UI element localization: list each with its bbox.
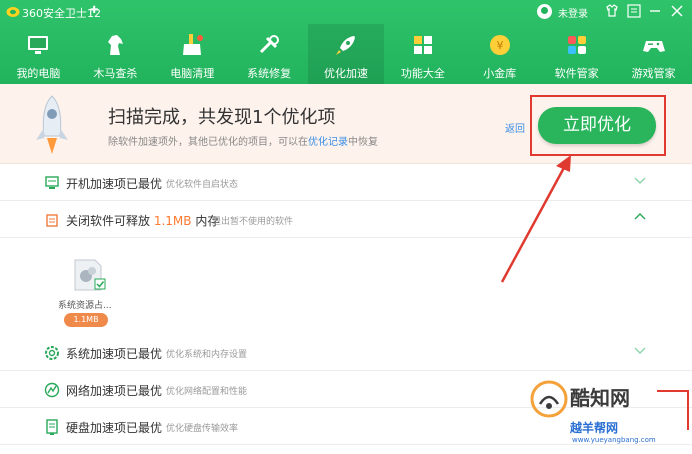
minimize-icon[interactable] bbox=[646, 2, 664, 20]
nav-my-computer[interactable]: 我的电脑 bbox=[0, 24, 77, 84]
scan-result-subtitle: 除软件加速项外，其他已优化的项目，可以在优化记录中恢复 bbox=[108, 133, 378, 148]
wrench-icon bbox=[260, 35, 280, 54]
disk-icon bbox=[46, 419, 58, 435]
menu-icon[interactable] bbox=[625, 2, 643, 20]
row-title-text: 关闭软件可释放 bbox=[66, 214, 154, 228]
gamepad-icon bbox=[642, 41, 665, 52]
watermark-brand-secondary: 越羊帮网 bbox=[570, 421, 619, 435]
row-description: 优化软件自启状态 bbox=[166, 180, 239, 190]
list-item-system[interactable]: 系统加速项已最优 优化系统和内存设置 bbox=[0, 334, 692, 371]
row-description: 优化系统和内存设置 bbox=[166, 350, 248, 360]
watermark-logo-icon bbox=[530, 380, 568, 418]
optimize-history-link[interactable]: 优化记录 bbox=[308, 137, 348, 148]
nav-label: 软件管家 bbox=[554, 67, 599, 80]
nav-trojan-scan[interactable]: 木马查杀 bbox=[77, 24, 154, 84]
close-icon[interactable] bbox=[668, 2, 686, 20]
row-title: 硬盘加速项已最优 bbox=[66, 421, 163, 435]
nav-software-manager[interactable]: 软件管家 bbox=[538, 24, 615, 84]
login-link[interactable]: 未登录 bbox=[558, 5, 588, 20]
item-name: 系统资源占... bbox=[58, 301, 112, 311]
subtitle-text-end: 中恢复 bbox=[348, 137, 378, 148]
chevron-down-icon[interactable] bbox=[633, 173, 647, 187]
apps-icon bbox=[567, 36, 586, 54]
startup-icon bbox=[45, 176, 59, 189]
back-link[interactable]: 返回 bbox=[505, 120, 525, 135]
coin-icon: ¥ bbox=[489, 35, 510, 55]
grid-icon bbox=[413, 36, 432, 54]
row-description: 优化网络配置和性能 bbox=[166, 387, 248, 397]
rocket-icon bbox=[336, 36, 355, 55]
monitor-icon bbox=[28, 36, 49, 54]
watermark-url: www.yueyangbang.com bbox=[572, 436, 656, 444]
nav-system-repair[interactable]: 系统修复 bbox=[231, 24, 308, 84]
list-item-close-software[interactable]: 关闭软件可释放 1.1MB 内存 退出暂不使用的软件 bbox=[0, 201, 692, 238]
main-nav: 我的电脑 木马查杀 电脑清理 系统修复 优化加速 功能大全 ¥ 小金库 软件管家… bbox=[0, 24, 692, 84]
row-title: 关闭软件可释放 1.1MB 内存 bbox=[66, 212, 219, 229]
annotation-highlight-box bbox=[530, 95, 666, 156]
row-title: 网络加速项已最优 bbox=[66, 384, 163, 398]
nav-label: 优化加速 bbox=[324, 67, 368, 80]
nav-features[interactable]: 功能大全 bbox=[384, 24, 461, 84]
item-size-badge: 1.1MB bbox=[64, 313, 108, 327]
nav-label: 小金库 bbox=[483, 67, 517, 80]
row-title: 系统加速项已最优 bbox=[66, 347, 163, 361]
nav-label: 木马查杀 bbox=[93, 67, 138, 80]
nav-label: 我的电脑 bbox=[16, 67, 61, 80]
horse-icon bbox=[108, 35, 124, 55]
chevron-up-icon[interactable] bbox=[633, 210, 647, 224]
nav-treasury[interactable]: ¥ 小金库 bbox=[461, 24, 538, 84]
nav-label: 系统修复 bbox=[247, 67, 292, 80]
network-icon bbox=[44, 382, 60, 398]
nav-optimize[interactable]: 优化加速 bbox=[307, 24, 385, 84]
skin-icon[interactable] bbox=[603, 2, 621, 20]
row-description: 退出暂不使用的软件 bbox=[212, 217, 294, 227]
upgrade-icon[interactable]: ✚ bbox=[90, 5, 98, 16]
user-avatar-icon[interactable] bbox=[537, 4, 552, 19]
gear-icon bbox=[45, 346, 59, 360]
nav-game-manager[interactable]: 游戏管家 bbox=[615, 24, 692, 84]
nav-cleanup[interactable]: 电脑清理 bbox=[154, 24, 231, 84]
broom-icon bbox=[183, 34, 204, 55]
chevron-down-icon[interactable] bbox=[633, 343, 647, 357]
nav-label: 功能大全 bbox=[400, 67, 445, 80]
app-logo-icon bbox=[6, 7, 20, 17]
title-bar: 360安全卫士12 ✚ 未登录 bbox=[0, 0, 692, 24]
system-resource-item-icon[interactable] bbox=[73, 258, 107, 292]
top-bar: 360安全卫士12 ✚ 未登录 我的电脑 木马查杀 电脑清理 系统修复 优化加速… bbox=[0, 0, 692, 84]
nav-label: 游戏管家 bbox=[631, 67, 676, 80]
row-title: 开机加速项已最优 bbox=[66, 177, 163, 191]
row-title-amount: 1.1MB bbox=[153, 214, 192, 228]
row-description: 优化硬盘传输效率 bbox=[166, 424, 239, 434]
watermark-red-frame bbox=[657, 390, 689, 430]
rocket-illustration-icon bbox=[36, 95, 68, 154]
nav-label: 电脑清理 bbox=[170, 67, 215, 80]
list-item-startup[interactable]: 开机加速项已最优 优化软件自启状态 bbox=[0, 164, 692, 201]
watermark-brand: 酷知网 bbox=[570, 386, 630, 410]
scan-result-title: 扫描完成，共发现1个优化项 bbox=[108, 107, 336, 128]
subtitle-text: 除软件加速项外，其他已优化的项目，可以在 bbox=[108, 137, 308, 148]
svg-text:¥: ¥ bbox=[496, 39, 503, 52]
memory-icon bbox=[46, 214, 58, 227]
